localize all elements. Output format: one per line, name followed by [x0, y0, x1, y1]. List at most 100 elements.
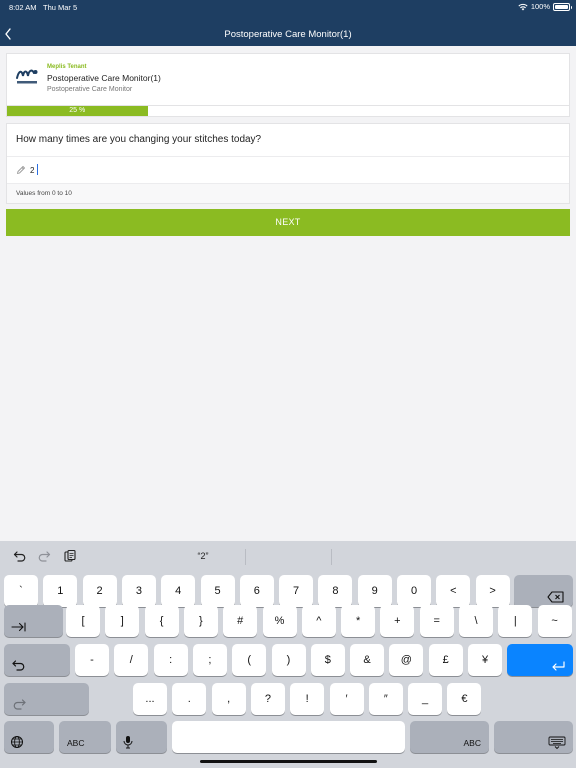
key-label: :: [169, 654, 173, 666]
key-label: ABC: [463, 738, 481, 748]
key-label: 6: [253, 585, 260, 597]
dictation-key[interactable]: [116, 721, 167, 753]
key[interactable]: 1: [43, 575, 78, 607]
progress-label: 25 %: [69, 107, 86, 114]
key-label: ...: [145, 693, 155, 705]
key[interactable]: £: [428, 644, 463, 676]
key[interactable]: @: [389, 644, 424, 676]
key[interactable]: 3: [121, 575, 156, 607]
key-label: €: [461, 693, 468, 705]
space-key[interactable]: [172, 721, 405, 753]
key[interactable]: =: [419, 605, 454, 637]
key[interactable]: ?: [250, 683, 285, 715]
key[interactable]: (: [232, 644, 267, 676]
question-card: How many times are you changing your sti…: [6, 123, 570, 204]
key[interactable]: .: [172, 683, 207, 715]
value-hint: Values from 0 to 10: [7, 184, 569, 203]
key[interactable]: ;: [192, 644, 227, 676]
undo-icon: [12, 660, 25, 671]
page-title: Postoperative Care Monitor(1): [224, 29, 352, 40]
key[interactable]: /: [114, 644, 149, 676]
key[interactable]: -: [75, 644, 109, 676]
globe-key[interactable]: [4, 721, 54, 753]
paste-icon[interactable]: [63, 549, 77, 563]
key[interactable]: $: [310, 644, 345, 676]
key-label: 1: [57, 585, 64, 597]
key-label: $: [324, 654, 331, 666]
key-label: 2: [96, 585, 103, 597]
key[interactable]: 9: [357, 575, 392, 607]
redo-key[interactable]: [4, 683, 89, 715]
microphone-icon: [123, 736, 133, 749]
key[interactable]: ¥: [468, 644, 502, 676]
key[interactable]: %: [262, 605, 297, 637]
answer-row[interactable]: [7, 157, 569, 184]
key[interactable]: 8: [318, 575, 353, 607]
navigation-header: 8:02 AM Thu Mar 5 100% Postoperative Car…: [0, 0, 576, 46]
hide-keyboard-key[interactable]: [494, 721, 573, 753]
key[interactable]: <: [436, 575, 471, 607]
key[interactable]: ″: [368, 683, 403, 715]
key[interactable]: *: [341, 605, 376, 637]
key-label: ^: [316, 615, 322, 627]
key[interactable]: !: [290, 683, 325, 715]
wifi-icon: [518, 3, 528, 10]
answer-input[interactable]: [30, 162, 550, 178]
status-right: 100%: [518, 2, 572, 11]
delete-key[interactable]: [514, 575, 573, 607]
key[interactable]: :: [153, 644, 188, 676]
key[interactable]: >: [475, 575, 510, 607]
key-label: |: [513, 615, 517, 627]
text-caret: [37, 164, 38, 175]
key[interactable]: _: [408, 683, 443, 715]
key[interactable]: 0: [397, 575, 431, 607]
key-label: _: [422, 693, 429, 705]
key[interactable]: ...: [133, 683, 167, 715]
tab-key[interactable]: [4, 605, 63, 637]
key[interactable]: ′: [329, 683, 364, 715]
redo-icon[interactable]: [37, 549, 51, 563]
tenant-name: Meplis Tenant: [47, 64, 87, 70]
key[interactable]: [: [66, 605, 100, 637]
key-label: *: [355, 615, 361, 627]
key[interactable]: ~: [537, 605, 572, 637]
key[interactable]: &: [350, 644, 385, 676]
key[interactable]: \: [459, 605, 493, 637]
autocorrect-suggestion[interactable]: “2”: [186, 551, 220, 561]
undo-icon[interactable]: [13, 549, 27, 563]
toolbar-divider: [331, 549, 332, 565]
return-icon: [552, 661, 565, 671]
key[interactable]: ,: [211, 683, 246, 715]
key[interactable]: }: [183, 605, 218, 637]
key-label: ;: [208, 654, 212, 666]
key[interactable]: ): [271, 644, 306, 676]
key[interactable]: +: [380, 605, 415, 637]
key[interactable]: 5: [200, 575, 235, 607]
abc-key-left[interactable]: ABC: [59, 721, 111, 753]
undo-key[interactable]: [4, 644, 70, 676]
status-date: Thu Mar 5: [43, 3, 78, 12]
key[interactable]: |: [498, 605, 533, 637]
return-key[interactable]: [507, 644, 573, 676]
key-label: \: [474, 615, 478, 627]
key-label: ): [286, 654, 291, 666]
key-label: <: [450, 585, 457, 597]
key-label: >: [489, 585, 496, 597]
key[interactable]: 4: [161, 575, 196, 607]
key[interactable]: `: [4, 575, 38, 607]
key[interactable]: 6: [239, 575, 274, 607]
key-label: 9: [371, 585, 378, 597]
key[interactable]: ^: [301, 605, 336, 637]
key[interactable]: €: [447, 683, 482, 715]
key[interactable]: {: [144, 605, 179, 637]
key[interactable]: #: [223, 605, 258, 637]
key-label: 5: [214, 585, 221, 597]
home-indicator: [200, 760, 377, 763]
key[interactable]: 7: [279, 575, 314, 607]
key[interactable]: 2: [82, 575, 117, 607]
abc-key-right[interactable]: ABC: [410, 721, 489, 753]
next-button[interactable]: NEXT: [6, 209, 570, 236]
key-label: ,: [227, 693, 231, 705]
key[interactable]: ]: [105, 605, 140, 637]
backspace-icon: [547, 591, 564, 603]
